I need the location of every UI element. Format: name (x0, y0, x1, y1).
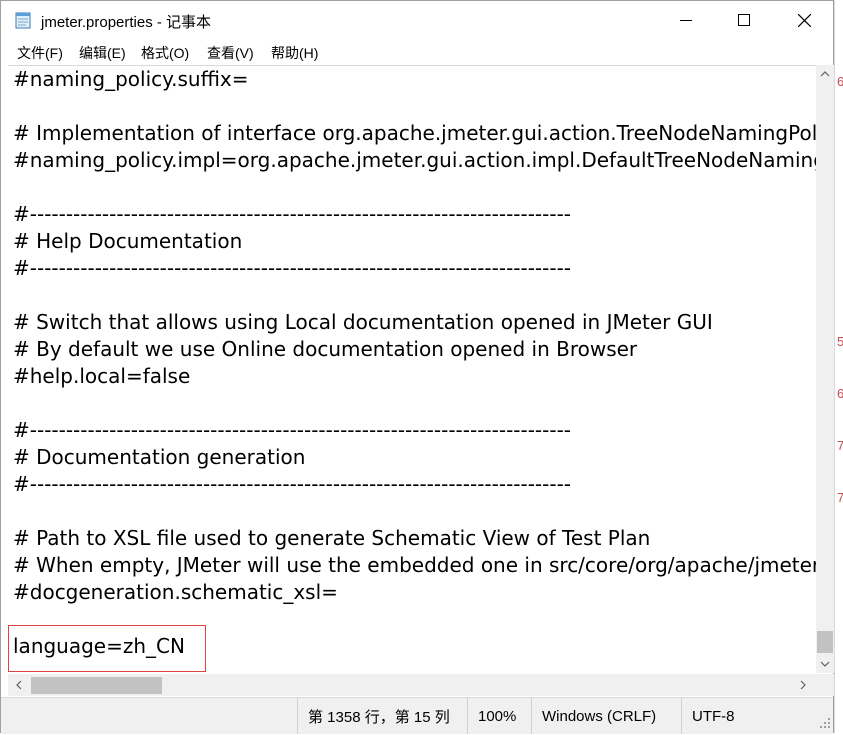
vertical-scrollbar[interactable] (816, 65, 834, 673)
status-encoding: UTF-8 (681, 698, 815, 734)
scroll-left-icon[interactable] (10, 676, 28, 694)
background-window-strip: 6 5 6 7 7 (834, 0, 843, 733)
editor-line: #---------------------------------------… (13, 202, 572, 226)
editor-line: # Help Documentation (13, 229, 243, 253)
highlight-box (8, 625, 206, 672)
scroll-up-icon[interactable] (816, 65, 834, 83)
window-title: jmeter.properties - 记事本 (41, 14, 212, 31)
menu-help[interactable]: 帮助(H) (271, 43, 318, 63)
scroll-right-icon[interactable] (794, 676, 812, 694)
editor-line: # When empty, JMeter will use the embedd… (13, 553, 816, 577)
editor-line: #naming_policy.impl=org.apache.jmeter.gu… (13, 148, 816, 172)
title-bar[interactable]: jmeter.properties - 记事本 (1, 1, 833, 39)
menu-file[interactable]: 文件(F) (17, 43, 63, 63)
editor-line: #---------------------------------------… (13, 418, 572, 442)
editor-line: # Documentation generation (13, 445, 306, 469)
editor-line: # Switch that allows using Local documen… (13, 310, 713, 334)
menu-view[interactable]: 查看(V) (207, 43, 254, 63)
minimize-icon (680, 20, 692, 21)
horizontal-scrollbar[interactable] (8, 674, 816, 696)
maximize-button[interactable] (715, 1, 773, 39)
background-text-fragment: 7 (837, 438, 843, 453)
editor-line: # By default we use Online documentation… (13, 337, 638, 361)
editor-line: # Path to XSL file used to generate Sche… (13, 526, 651, 550)
background-text-fragment: 5 (837, 334, 843, 349)
notepad-icon (15, 11, 31, 29)
background-text-fragment: 7 (837, 490, 843, 505)
status-cursor-position: 第 1358 行，第 15 列 (297, 698, 467, 734)
status-bar: 第 1358 行，第 15 列 100% Windows (CRLF) UTF-… (1, 697, 833, 734)
editor-line: #---------------------------------------… (13, 472, 572, 496)
editor-line: #help.local=false (13, 364, 191, 388)
minimize-button[interactable] (657, 1, 715, 39)
editor-line: #naming_policy.suffix= (13, 67, 249, 91)
menu-edit[interactable]: 编辑(E) (79, 43, 126, 63)
close-icon (797, 13, 811, 27)
background-text-fragment: 6 (837, 74, 843, 89)
horizontal-scroll-thumb[interactable] (31, 677, 162, 694)
editor-line: # Implementation of interface org.apache… (13, 121, 816, 145)
scrollbar-corner (816, 674, 834, 696)
editor-line: #docgeneration.schematic_xsl= (13, 580, 338, 604)
menu-format[interactable]: 格式(O) (141, 43, 189, 63)
maximize-icon (738, 14, 750, 26)
notepad-window: jmeter.properties - 记事本 文件(F) 编辑(E) 格式(O… (0, 0, 834, 734)
status-zoom: 100% (467, 698, 531, 734)
editor-line: #---------------------------------------… (13, 256, 572, 280)
close-button[interactable] (775, 1, 833, 39)
vertical-scroll-thumb[interactable] (817, 631, 833, 653)
size-grip-icon[interactable] (816, 714, 832, 730)
background-text-fragment: 6 (837, 386, 843, 401)
text-editor[interactable]: #naming_policy.suffix= # Implementation … (8, 65, 816, 674)
scroll-down-icon[interactable] (816, 655, 834, 673)
menu-bar: 文件(F) 编辑(E) 格式(O) 查看(V) 帮助(H) (1, 40, 833, 64)
status-line-endings: Windows (CRLF) (531, 698, 681, 734)
